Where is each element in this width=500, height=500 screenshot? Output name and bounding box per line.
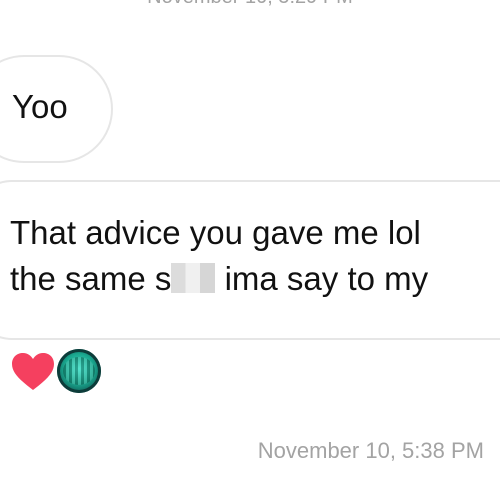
- reactor-avatar[interactable]: [57, 349, 101, 393]
- message-bubble[interactable]: That advice you gave me lol the same s i…: [0, 180, 500, 340]
- timestamp-top: November 10, 5:29 PM: [0, 0, 500, 9]
- message-text-fragment: the same s: [10, 260, 172, 297]
- message-bubble[interactable]: Yoo: [0, 55, 113, 163]
- timestamp-bottom: November 10, 5:38 PM: [257, 438, 484, 463]
- message-text-line-2: the same s ima say to my: [10, 256, 428, 302]
- chat-screen: November 10, 5:29 PM Yoo That advice you…: [0, 0, 500, 500]
- message-text: Yoo: [12, 88, 68, 125]
- heart-icon[interactable]: [10, 352, 56, 392]
- censored-word-blur: [171, 263, 216, 293]
- message-text-fragment: ima say to my: [224, 260, 429, 297]
- message-text-line-1: That advice you gave me lol: [10, 214, 421, 251]
